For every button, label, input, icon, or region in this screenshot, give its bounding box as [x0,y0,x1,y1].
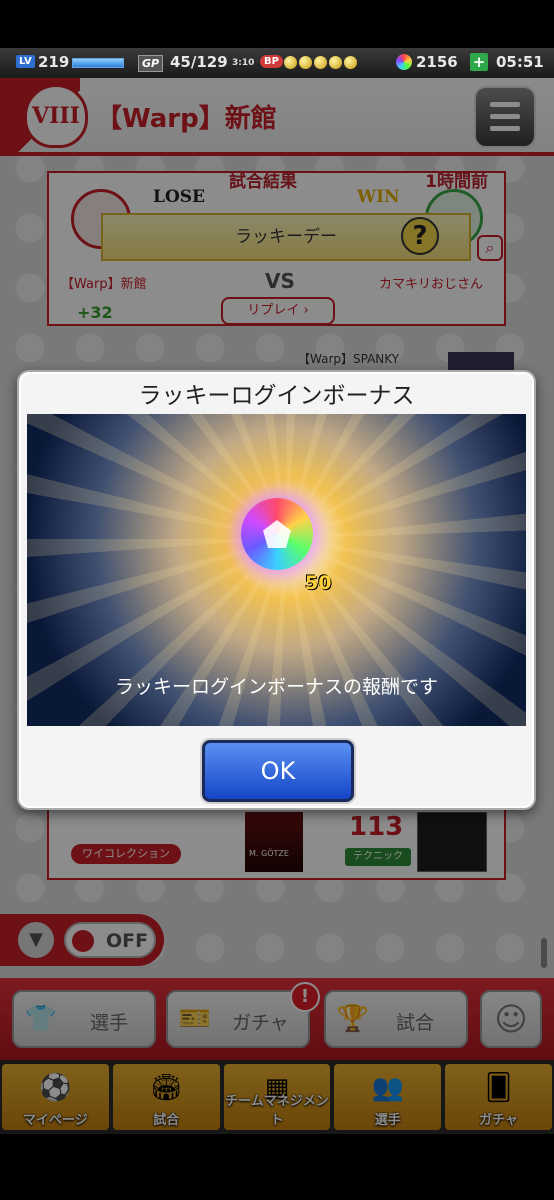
system-nav-area [0,1134,554,1200]
ok-button[interactable]: OK [202,740,354,802]
gp-value: 45/129 [170,53,228,71]
gp-timer: 3:10 [232,58,255,68]
ball-pentagon [263,520,291,548]
app-screen: VIII 【Warp】新館 試合結果 1時間前 LOSE WIN ラッキーデー … [0,78,554,1134]
level-progress-fill [73,59,123,67]
bp-badge: BP [260,55,283,68]
reward-quantity: 50 [305,572,332,594]
gp-badge: GP [138,55,164,72]
reward-message: ラッキーログインボーナスの報酬です [114,676,438,698]
clock: 05:51 [496,53,544,71]
level-badge: LV [16,55,35,68]
bp-dot [344,56,357,69]
dialog-title: ラッキーログインボーナス [138,383,415,409]
bp-dot [284,56,297,69]
level-progress-bar [72,58,124,68]
status-bar: LV 219 GP 45/129 3:10 BP 2156 + 05:51 [0,48,554,78]
lucky-login-bonus-dialog: ラッキーログインボーナス 50 ラッキーログインボーナスの報酬です OK [17,370,536,810]
add-coins-button[interactable]: + [470,53,488,71]
bp-dot [314,56,327,69]
coin-value: 2156 [416,53,458,71]
level-value: 219 [38,53,70,71]
bp-dot [329,56,342,69]
bp-dot [299,56,312,69]
premium-coin-icon [396,54,412,70]
rainbow-ball-icon [241,498,313,570]
bp-dots [284,56,357,69]
reward-stage: 50 ラッキーログインボーナスの報酬です [27,414,526,726]
